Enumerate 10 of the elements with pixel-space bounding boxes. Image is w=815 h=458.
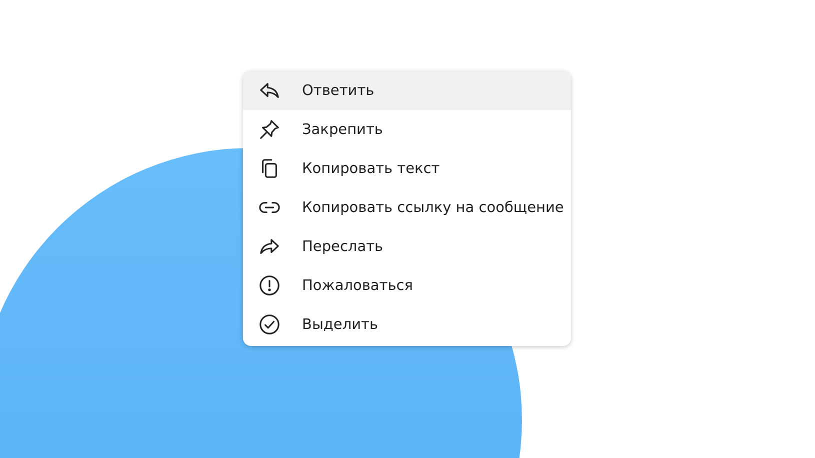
exclamation-circle-icon [258, 274, 281, 297]
menu-item[interactable]: Копировать ссылку на сообщение [243, 188, 571, 227]
menu-item[interactable]: Ответить [243, 71, 571, 110]
menu-item[interactable]: Копировать текст [243, 149, 571, 188]
menu-item[interactable]: Пожаловаться [243, 266, 571, 305]
menu-item[interactable]: Переслать [243, 227, 571, 266]
menu-item[interactable]: Закрепить [243, 110, 571, 149]
menu-item[interactable]: Выделить [243, 305, 571, 344]
pin-icon [258, 118, 281, 141]
check-circle-icon [258, 313, 281, 336]
